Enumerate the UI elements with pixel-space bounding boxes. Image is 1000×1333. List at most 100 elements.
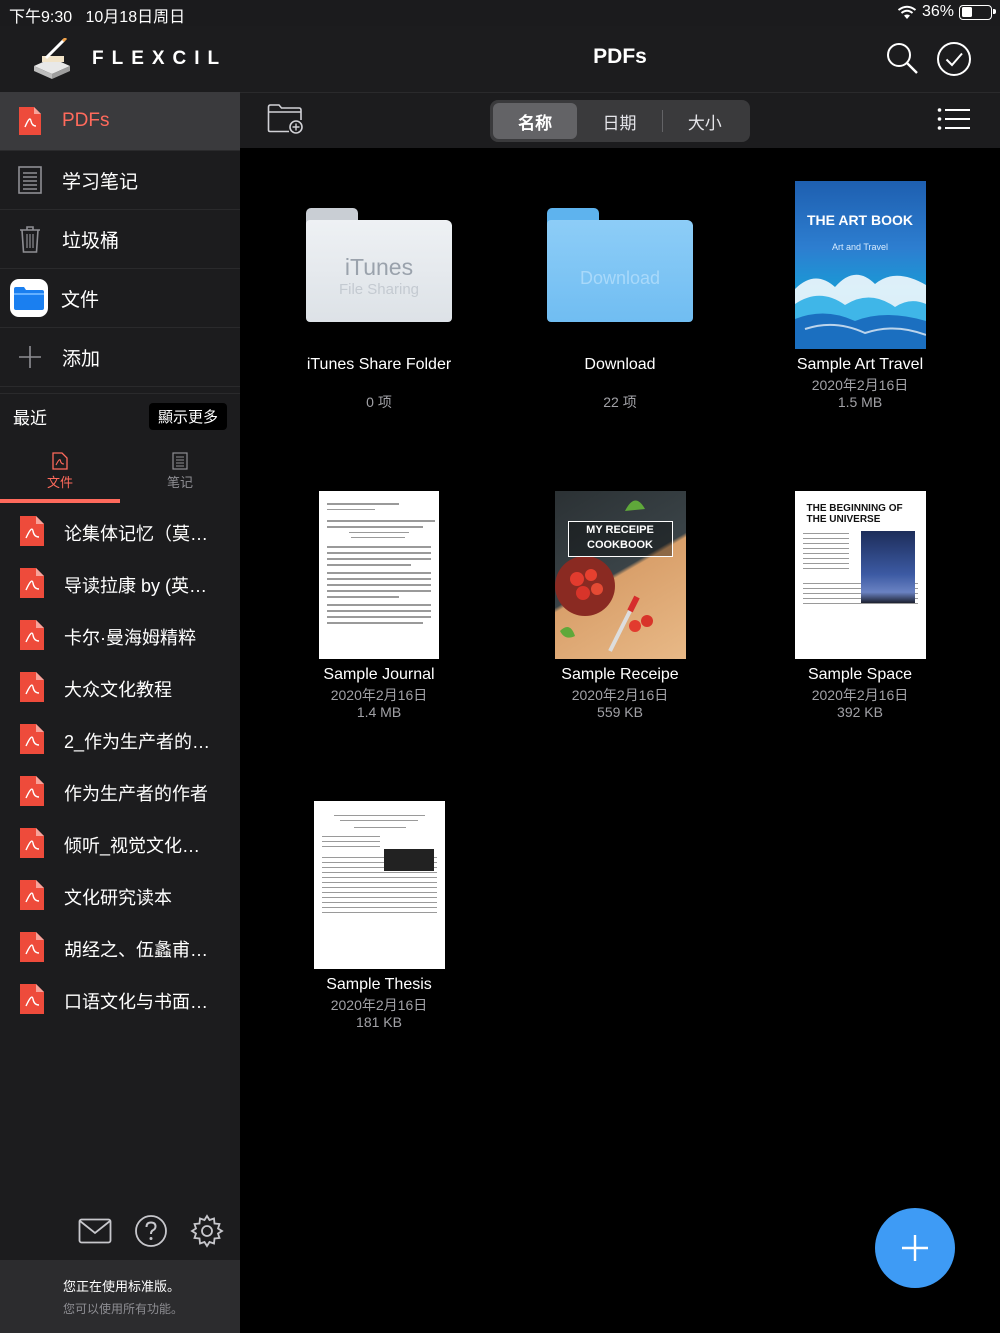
- recent-tabs: 文件 笔记: [0, 439, 240, 503]
- select-check-icon[interactable]: [936, 41, 972, 77]
- item-count: 0 项: [366, 394, 392, 410]
- recent-item[interactable]: 卡尔·曼海姆精粹: [0, 611, 240, 663]
- status-time: 下午9:30 10月18日周日: [9, 9, 186, 26]
- book-cover: THE ART BOOK Art and Travel: [794, 181, 926, 349]
- tab-label: 笔记: [166, 474, 193, 490]
- sidebar: FLEXCIL PDFs 学习笔记 垃圾桶 文件 添加 最近 顯示更多 文件 笔…: [0, 26, 240, 1333]
- grid-item-sample-receipe[interactable]: MY RECEIPE COOKBOOK Sample Receipe 2020年…: [510, 491, 730, 721]
- recent-item-label: 大众文化教程: [64, 680, 172, 700]
- new-folder-icon[interactable]: [267, 103, 305, 135]
- book-cover: MY RECEIPE COOKBOOK: [554, 491, 686, 659]
- tab-label: 文件: [46, 474, 73, 490]
- status-right: 36%: [897, 3, 996, 21]
- list-view-icon[interactable]: [937, 107, 971, 131]
- notebook-icon: [172, 451, 188, 470]
- document-thumbnail: THE BEGINNING OF THE UNIVERSE: [794, 491, 926, 659]
- grid-item-sample-journal[interactable]: Sample Journal 2020年2月16日 1.4 MB: [269, 491, 489, 721]
- document-thumbnail: [313, 801, 445, 969]
- sidebar-item-label: 添加: [62, 348, 101, 370]
- recent-item[interactable]: 文化研究读本: [0, 871, 240, 923]
- top-bar: PDFs: [240, 26, 1000, 92]
- folder-thumbnail: Download: [547, 208, 693, 322]
- recent-item-label: 文化研究读本: [64, 888, 172, 908]
- wifi-icon: [897, 5, 917, 19]
- item-name: iTunes Share Folder: [306, 356, 452, 373]
- pdf-icon: [20, 983, 44, 1019]
- item-name: Sample Art Travel: [796, 356, 924, 373]
- recent-list: 论集体记忆（莫里斯… 导读拉康 by (英）… 卡尔·曼海姆精粹大众文化教程 2_作为…: [0, 503, 240, 1027]
- sidebar-item-notes[interactable]: 学习笔记: [0, 151, 240, 210]
- sidebar-item-trash[interactable]: 垃圾桶: [0, 210, 240, 269]
- item-date: 2020年2月16日: [811, 687, 909, 703]
- recent-item[interactable]: 胡经之、伍蠡甫…: [0, 923, 240, 975]
- sidebar-footer-icons: [0, 1208, 240, 1254]
- edition-note: 您正在使用标准版。 您可以使用所有功能。: [0, 1260, 240, 1333]
- space-image: [860, 531, 915, 603]
- sidebar-item-add[interactable]: 添加: [0, 328, 240, 387]
- mail-icon[interactable]: [78, 1218, 112, 1244]
- item-name: Sample Thesis: [326, 976, 432, 993]
- main-panel: PDFs 名称 日期 大小 iTunes File Sharing iTunes…: [240, 26, 1000, 1333]
- show-more-button[interactable]: 顯示更多: [148, 403, 227, 430]
- item-size: 1.4 MB: [356, 704, 402, 720]
- recent-item-label: 卡尔·曼海姆精粹: [64, 628, 196, 648]
- item-count: 22 项: [603, 394, 637, 410]
- item-name: Sample Journal: [323, 666, 435, 683]
- sort-by-date[interactable]: 日期: [577, 103, 661, 139]
- item-date: 2020年2月16日: [330, 687, 428, 703]
- tab-recent-notes[interactable]: 笔记: [120, 439, 240, 503]
- grid-item-download-folder[interactable]: Download Download 22 项: [510, 208, 730, 411]
- recent-item[interactable]: 口语文化与书面文化: [0, 975, 240, 1027]
- document-thumbnail: [319, 491, 439, 659]
- sort-by-size[interactable]: 大小: [663, 103, 747, 139]
- plus-icon: [902, 1235, 928, 1261]
- cover-title: THE BEGINNING OF: [806, 503, 903, 514]
- folder-label: Download: [579, 267, 661, 288]
- recent-item[interactable]: 2_作为生产者的作者: [0, 715, 240, 767]
- grid-item-sample-art-travel[interactable]: THE ART BOOK Art and Travel Sample Art T…: [750, 181, 970, 411]
- sidebar-item-label: 文件: [61, 289, 100, 311]
- files-app-icon: [10, 279, 48, 317]
- item-name: Sample Receipe: [561, 666, 679, 683]
- recent-item[interactable]: 倾听_视觉文化导论: [0, 819, 240, 871]
- recent-item[interactable]: 大众文化教程: [0, 663, 240, 715]
- pdf-icon: [20, 931, 44, 967]
- recent-item-label: 胡经之、伍蠡甫…: [64, 940, 208, 960]
- item-size: 392 KB: [837, 704, 883, 720]
- cover-art: [794, 274, 926, 349]
- pdf-icon: [20, 723, 44, 759]
- sidebar-item-label: 垃圾桶: [62, 230, 120, 252]
- grid-item-sample-thesis[interactable]: Sample Thesis 2020年2月16日 181 KB: [269, 801, 489, 1031]
- sort-toolbar: 名称 日期 大小: [240, 92, 1000, 148]
- recent-item[interactable]: 导读拉康 by (英）…: [0, 559, 240, 611]
- sidebar-item-files[interactable]: 文件: [0, 269, 240, 328]
- thesis-figure: [383, 849, 434, 871]
- help-icon[interactable]: [134, 1214, 168, 1248]
- tab-underline: [0, 499, 120, 503]
- edition-note-line1: 您正在使用标准版。: [63, 1279, 181, 1294]
- add-document-button[interactable]: [875, 1208, 955, 1288]
- recent-item[interactable]: 论集体记忆（莫里斯…: [0, 507, 240, 559]
- item-size: 1.5 MB: [837, 394, 883, 410]
- battery-percent: 36%: [921, 3, 954, 20]
- pdf-icon: [20, 775, 44, 811]
- grid-item-sample-space[interactable]: THE BEGINNING OF THE UNIVERSE Sample Spa…: [750, 491, 970, 721]
- cover-subtitle: THE UNIVERSE: [806, 514, 881, 525]
- cover-title: THE ART BOOK: [806, 212, 914, 228]
- grid-item-itunes-folder[interactable]: iTunes File Sharing iTunes Share Folder …: [269, 208, 489, 411]
- pdf-icon: [20, 879, 44, 915]
- pdf-icon: [20, 671, 44, 707]
- sidebar-item-pdfs[interactable]: PDFs: [0, 92, 240, 151]
- folder-label: iTunes: [344, 254, 414, 280]
- sort-by-name[interactable]: 名称: [493, 103, 578, 139]
- item-size: 559 KB: [597, 704, 643, 720]
- item-name: Sample Space: [807, 666, 913, 683]
- recent-title: 最近: [13, 409, 47, 428]
- pdf-icon: [52, 451, 68, 470]
- search-icon[interactable]: [885, 41, 919, 75]
- recent-item[interactable]: 作为生产者的作者: [0, 767, 240, 819]
- item-date: 2020年2月16日: [330, 997, 428, 1013]
- settings-icon[interactable]: [190, 1214, 224, 1248]
- pdf-icon: [20, 567, 44, 603]
- tab-recent-files[interactable]: 文件: [0, 439, 120, 503]
